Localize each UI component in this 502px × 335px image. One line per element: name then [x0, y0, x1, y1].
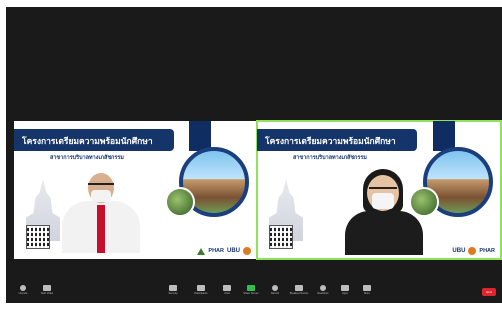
apps-button[interactable]: Apps [334, 285, 356, 295]
garden-photo [165, 187, 195, 217]
participant-person [345, 169, 423, 259]
start-video-button[interactable]: Start Video [36, 285, 58, 295]
chat-label: Chat [224, 292, 230, 295]
end-meeting-button[interactable]: End [482, 288, 496, 296]
start-video-label: Start Video [40, 292, 54, 295]
logo-circle-icon [468, 247, 477, 255]
meeting-controls-toolbar: Unmute Start Video Security Participants… [6, 283, 502, 303]
apps-icon [341, 285, 349, 291]
shield-icon [169, 285, 177, 291]
slide-title-banner: โครงการเตรียมความพร้อมนักศึกษา [14, 129, 174, 151]
record-label: Record [270, 292, 280, 295]
slide-logos: PHAR UBU [197, 247, 251, 255]
chat-button[interactable]: Chat [216, 285, 238, 295]
participant-video-tile[interactable]: โครงการเตรียมความพร้อมนักศึกษา สาขาการบร… [14, 121, 257, 259]
slide-title: โครงการเตรียมความพร้อมนักศึกษา [22, 136, 153, 146]
glasses-icon [88, 183, 114, 190]
breakout-rooms-button[interactable]: Breakout Rooms [288, 285, 310, 295]
participants-button[interactable]: Participants [190, 285, 212, 295]
security-label: Security [168, 292, 178, 295]
apps-label: Apps [342, 292, 348, 295]
slide-title-banner: โครงการเตรียมความพร้อมนักศึกษา [257, 129, 417, 151]
more-icon [363, 285, 371, 291]
breakout-rooms-icon [295, 285, 303, 291]
slide-logos: UBU PHAR [452, 247, 495, 255]
share-screen-label: Share Screen [243, 292, 259, 295]
person-body [345, 211, 423, 255]
security-button[interactable]: Security [162, 285, 184, 295]
record-button[interactable]: Record [264, 285, 286, 295]
slide-title: โครงการเตรียมความพร้อมนักศึกษา [265, 136, 396, 146]
participant-person [62, 173, 140, 259]
qr-code [26, 225, 50, 249]
zoom-meeting-window: โครงการเตรียมความพร้อมนักศึกษา สาขาการบร… [6, 7, 502, 303]
reactions-label: Reactions [317, 292, 329, 295]
microphone-icon [20, 285, 26, 291]
logo-phar: PHAR [208, 248, 224, 254]
unmute-button[interactable]: Unmute [12, 285, 34, 295]
reactions-icon [320, 285, 326, 291]
reactions-button[interactable]: Reactions [312, 285, 334, 295]
face-mask [372, 193, 394, 209]
record-icon [272, 285, 278, 291]
face-mask [91, 190, 111, 202]
logo-ubu: UBU [227, 248, 240, 254]
more-label: More [364, 292, 370, 295]
more-button[interactable]: More [356, 285, 378, 295]
breakout-rooms-label: Breakout Rooms [289, 292, 309, 295]
logo-phar: PHAR [479, 248, 495, 254]
qr-code [269, 225, 293, 249]
participant-video-tile-active[interactable]: โครงการเตรียมความพร้อมนักศึกษา สาขาการบร… [256, 120, 502, 260]
slide-subtitle: สาขาการบริบาลทางเภสัชกรรม [50, 155, 124, 161]
share-screen-button[interactable]: Share Screen [240, 285, 262, 295]
person-tie [97, 205, 105, 253]
logo-triangle-icon [197, 247, 206, 255]
share-screen-icon [247, 285, 255, 291]
video-camera-icon [43, 285, 51, 291]
participants-icon [197, 285, 205, 291]
slide-subtitle: สาขาการบริบาลทางเภสัชกรรม [293, 155, 367, 161]
participants-label: Participants [194, 292, 208, 295]
logo-circle-icon [243, 247, 251, 255]
chat-icon [223, 285, 231, 291]
logo-ubu: UBU [452, 248, 466, 254]
unmute-label: Unmute [18, 292, 28, 295]
